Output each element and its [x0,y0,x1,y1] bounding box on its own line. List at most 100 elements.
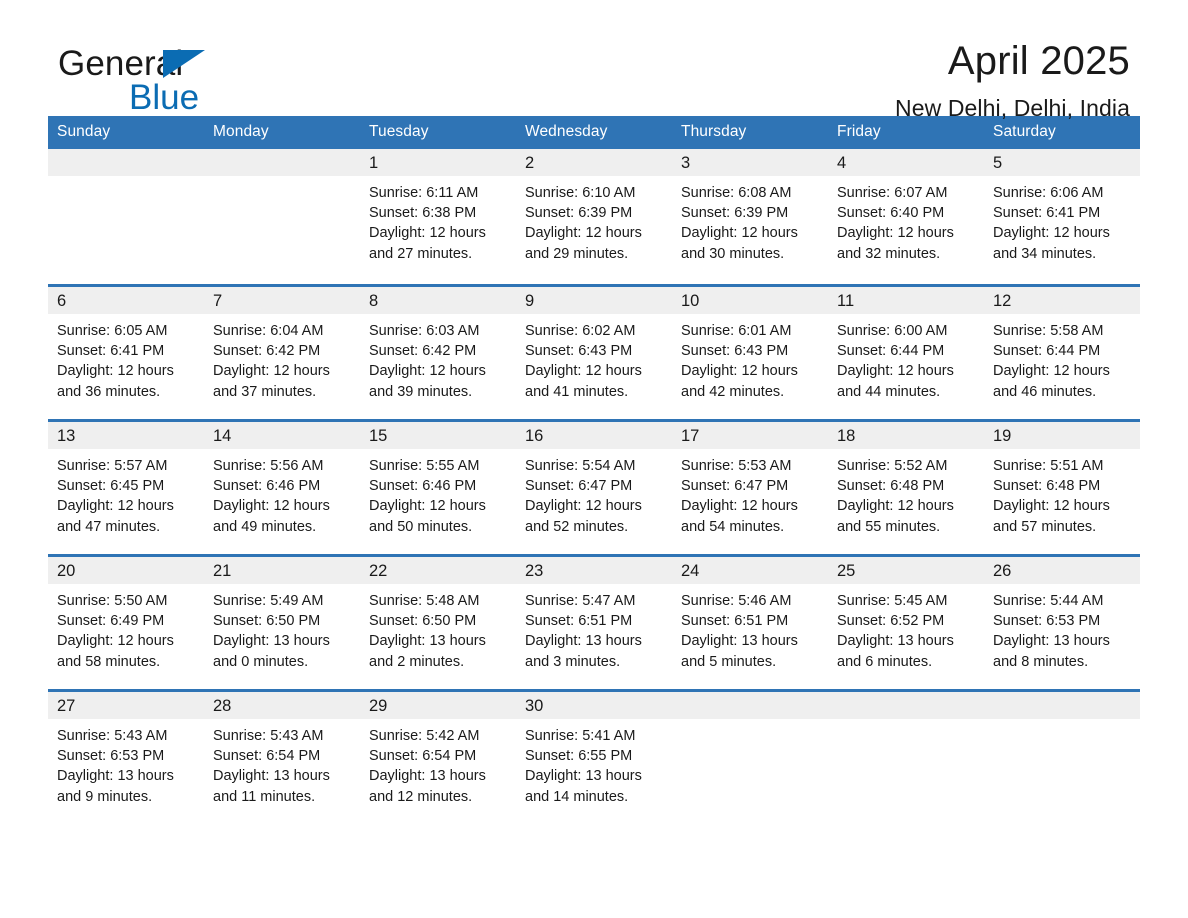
daylight-text-line2: and 47 minutes. [57,518,161,535]
day-cell[interactable]: 13 Sunrise: 5:57 AM Sunset: 6:45 PM Dayligh… [48,419,204,554]
triangle-icon [163,50,205,78]
calendar-page: General Blue April 2025 New Delhi, Delhi… [0,0,1188,918]
calendar-week-row: 13 Sunrise: 5:57 AM Sunset: 6:45 PM Dayligh… [48,419,1140,554]
daylight-text-line2: and 55 minutes. [837,518,941,535]
daylight-text-line1: Daylight: 12 hours [837,363,954,380]
day-cell[interactable]: 5 Sunrise: 6:06 AM Sunset: 6:41 PM Daylight… [984,149,1140,284]
daylight-text-line1: Daylight: 13 hours [213,633,330,650]
sunset-text: Sunset: 6:54 PM [213,748,321,765]
sunrise-text: Sunrise: 5:43 AM [57,728,168,744]
day-cell[interactable]: 10 Sunrise: 6:01 AM Sunset: 6:43 PM Dayligh… [672,284,828,419]
day-number: 24 [672,557,828,584]
daylight-text-line1: Daylight: 13 hours [993,633,1110,650]
day-cell[interactable]: 6 Sunrise: 6:05 AM Sunset: 6:41 PM Daylight… [48,284,204,419]
day-cell[interactable]: 15 Sunrise: 5:55 AM Sunset: 6:46 PM Dayligh… [360,419,516,554]
day-cell[interactable] [672,689,828,824]
day-cell[interactable]: 12 Sunrise: 5:58 AM Sunset: 6:44 PM Dayligh… [984,284,1140,419]
sunrise-text: Sunrise: 5:41 AM [525,728,636,744]
day-number [828,692,984,719]
day-details: Sunrise: 5:48 AM Sunset: 6:50 PM Daylight:… [360,584,516,672]
sunset-text: Sunset: 6:47 PM [681,478,789,495]
day-number: 1 [360,149,516,176]
day-details: Sunrise: 5:49 AM Sunset: 6:50 PM Daylight:… [204,584,360,672]
day-details: Sunrise: 6:10 AM Sunset: 6:39 PM Daylight:… [516,176,672,264]
weekday-header-wednesday: Wednesday [516,116,672,149]
day-details: Sunrise: 6:05 AM Sunset: 6:41 PM Daylight:… [48,314,204,402]
day-cell[interactable]: 11 Sunrise: 6:00 AM Sunset: 6:44 PM Dayligh… [828,284,984,419]
brand-name-blue: Blue [129,78,200,117]
day-details [48,176,204,183]
day-number: 26 [984,557,1140,584]
day-cell[interactable]: 22 Sunrise: 5:48 AM Sunset: 6:50 PM Dayligh… [360,554,516,689]
day-details: Sunrise: 6:08 AM Sunset: 6:39 PM Daylight:… [672,176,828,264]
day-details: Sunrise: 5:55 AM Sunset: 6:46 PM Daylight:… [360,449,516,537]
day-cell[interactable]: 2 Sunrise: 6:10 AM Sunset: 6:39 PM Daylight… [516,149,672,284]
day-cell[interactable]: 14 Sunrise: 5:56 AM Sunset: 6:46 PM Dayligh… [204,419,360,554]
sunrise-text: Sunrise: 5:57 AM [57,458,168,474]
day-details: Sunrise: 5:52 AM Sunset: 6:48 PM Daylight:… [828,449,984,537]
day-cell[interactable]: 26 Sunrise: 5:44 AM Sunset: 6:53 PM Dayligh… [984,554,1140,689]
day-cell[interactable]: 16 Sunrise: 5:54 AM Sunset: 6:47 PM Dayligh… [516,419,672,554]
sunrise-text: Sunrise: 6:04 AM [213,323,324,339]
day-cell[interactable] [48,149,204,284]
daylight-text-line2: and 6 minutes. [837,653,933,670]
weekday-header-thursday: Thursday [672,116,828,149]
daylight-text-line1: Daylight: 12 hours [681,363,798,380]
day-details [828,719,984,726]
daylight-text-line2: and 9 minutes. [57,788,153,805]
day-cell[interactable]: 1 Sunrise: 6:11 AM Sunset: 6:38 PM Daylight… [360,149,516,284]
weekday-header-tuesday: Tuesday [360,116,516,149]
calendar-body: 1 Sunrise: 6:11 AM Sunset: 6:38 PM Daylight… [48,149,1140,824]
daylight-text-line2: and 49 minutes. [213,518,317,535]
day-number: 10 [672,287,828,314]
day-details: Sunrise: 5:41 AM Sunset: 6:55 PM Daylight:… [516,719,672,807]
day-cell[interactable]: 18 Sunrise: 5:52 AM Sunset: 6:48 PM Dayligh… [828,419,984,554]
daylight-text-line2: and 8 minutes. [993,653,1089,670]
day-cell[interactable]: 8 Sunrise: 6:03 AM Sunset: 6:42 PM Daylight… [360,284,516,419]
day-cell[interactable]: 27 Sunrise: 5:43 AM Sunset: 6:53 PM Dayligh… [48,689,204,824]
day-cell[interactable]: 29 Sunrise: 5:42 AM Sunset: 6:54 PM Dayligh… [360,689,516,824]
daylight-text-line1: Daylight: 12 hours [993,498,1110,515]
brand-name-general: General [58,46,358,84]
sunset-text: Sunset: 6:52 PM [837,613,945,630]
day-cell[interactable]: 3 Sunrise: 6:08 AM Sunset: 6:39 PM Daylight… [672,149,828,284]
sunrise-text: Sunrise: 6:05 AM [57,323,168,339]
day-details: Sunrise: 6:07 AM Sunset: 6:40 PM Daylight:… [828,176,984,264]
day-cell[interactable]: 25 Sunrise: 5:45 AM Sunset: 6:52 PM Dayligh… [828,554,984,689]
sunrise-text: Sunrise: 5:45 AM [837,593,948,609]
day-cell[interactable]: 30 Sunrise: 5:41 AM Sunset: 6:55 PM Dayligh… [516,689,672,824]
day-cell[interactable]: 21 Sunrise: 5:49 AM Sunset: 6:50 PM Dayligh… [204,554,360,689]
daylight-text-line2: and 32 minutes. [837,245,941,262]
day-cell[interactable] [984,689,1140,824]
sunrise-text: Sunrise: 5:53 AM [681,458,792,474]
day-number: 12 [984,287,1140,314]
day-cell[interactable]: 19 Sunrise: 5:51 AM Sunset: 6:48 PM Dayligh… [984,419,1140,554]
day-cell[interactable]: 4 Sunrise: 6:07 AM Sunset: 6:40 PM Daylight… [828,149,984,284]
daylight-text-line1: Daylight: 13 hours [57,768,174,785]
sunset-text: Sunset: 6:42 PM [369,343,477,360]
sunset-text: Sunset: 6:53 PM [57,748,165,765]
day-cell[interactable]: 23 Sunrise: 5:47 AM Sunset: 6:51 PM Dayligh… [516,554,672,689]
day-details: Sunrise: 5:54 AM Sunset: 6:47 PM Daylight:… [516,449,672,537]
day-cell[interactable]: 7 Sunrise: 6:04 AM Sunset: 6:42 PM Daylight… [204,284,360,419]
daylight-text-line1: Daylight: 12 hours [213,498,330,515]
daylight-text-line2: and 52 minutes. [525,518,629,535]
day-details: Sunrise: 5:47 AM Sunset: 6:51 PM Daylight:… [516,584,672,672]
day-cell[interactable]: 24 Sunrise: 5:46 AM Sunset: 6:51 PM Dayligh… [672,554,828,689]
sunset-text: Sunset: 6:45 PM [57,478,165,495]
day-details: Sunrise: 6:06 AM Sunset: 6:41 PM Daylight:… [984,176,1140,264]
day-cell[interactable]: 20 Sunrise: 5:50 AM Sunset: 6:49 PM Dayligh… [48,554,204,689]
day-cell[interactable]: 9 Sunrise: 6:02 AM Sunset: 6:43 PM Daylight… [516,284,672,419]
day-cell[interactable] [204,149,360,284]
calendar-week-row: 20 Sunrise: 5:50 AM Sunset: 6:49 PM Dayligh… [48,554,1140,689]
day-details: Sunrise: 5:45 AM Sunset: 6:52 PM Daylight:… [828,584,984,672]
general-blue-logo[interactable]: General Blue [58,46,358,122]
day-number: 19 [984,422,1140,449]
day-cell[interactable] [828,689,984,824]
day-number: 22 [360,557,516,584]
daylight-text-line2: and 57 minutes. [993,518,1097,535]
daylight-text-line1: Daylight: 12 hours [837,225,954,242]
day-cell[interactable]: 28 Sunrise: 5:43 AM Sunset: 6:54 PM Dayligh… [204,689,360,824]
sunrise-text: Sunrise: 6:01 AM [681,323,792,339]
day-cell[interactable]: 17 Sunrise: 5:53 AM Sunset: 6:47 PM Dayligh… [672,419,828,554]
